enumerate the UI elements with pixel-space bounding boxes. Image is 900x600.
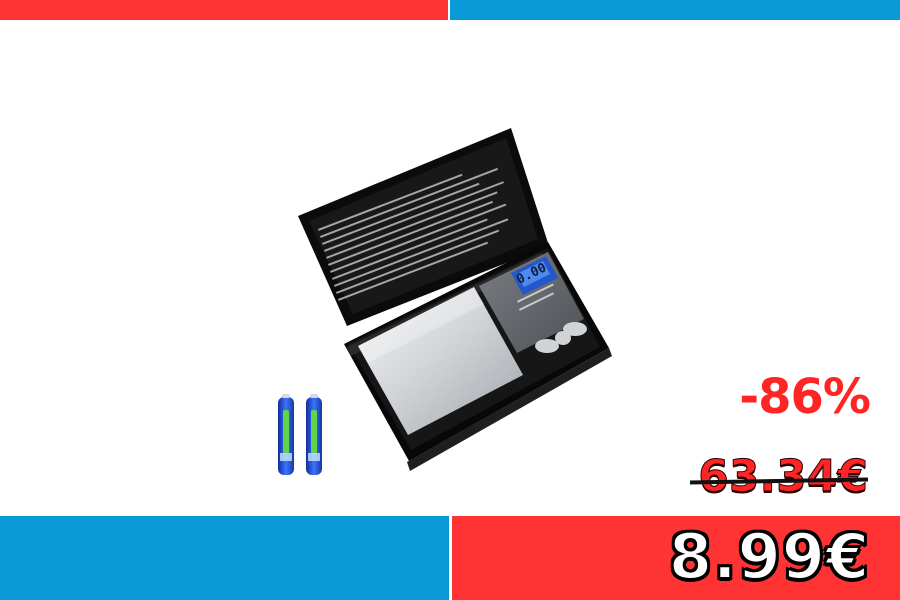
digital-pocket-scale-icon: 0.00 [298, 128, 612, 471]
aaa-battery-icon [278, 394, 322, 475]
new-price: 8.99€ [668, 520, 870, 593]
discount-badge: -86% [739, 369, 871, 425]
old-price-container: 63.34€ [688, 454, 868, 511]
product-promo-banner: 0.00 -86% 63.34€ 8.99€ [0, 0, 900, 600]
product-image: 0.00 [278, 128, 612, 475]
bottom-left-color-bar [0, 516, 449, 600]
top-left-color-bar [0, 0, 448, 20]
top-right-color-bar [450, 0, 900, 20]
